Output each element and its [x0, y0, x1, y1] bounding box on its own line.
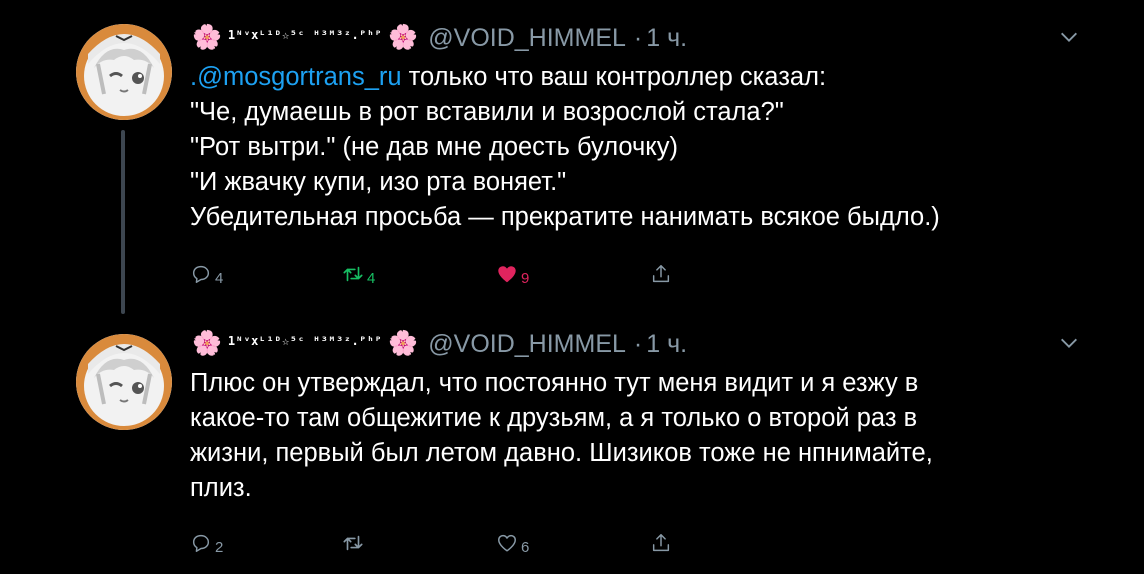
action-bar: 4 4 9 — [190, 261, 710, 287]
avatar-image — [76, 334, 172, 430]
flower-icon: 🌸 — [192, 24, 222, 51]
text-line: какое-то там общежитие к друзьям, а я то… — [190, 404, 918, 432]
display-name[interactable]: 1ᴺᵛxᴸ¹ᴰ☆⁵ᶜ ᴴ³ᴹ³ᶻ.ᴾʰᴾ — [228, 334, 383, 348]
user-handle[interactable]: @VOID_HIMMEL — [428, 24, 626, 53]
avatar[interactable] — [76, 334, 172, 430]
text-line: Убедительная просьба — прекратите нанима… — [190, 203, 940, 231]
reply-icon — [192, 265, 210, 283]
separator-dot: · — [633, 23, 643, 52]
tweet-text: Плюс он утверждал, что постоянно тут мен… — [190, 366, 1050, 506]
timestamp[interactable]: 1 ч. — [646, 24, 687, 53]
thread-line — [121, 130, 125, 314]
timestamp[interactable]: 1 ч. — [646, 330, 687, 359]
reply-count: 4 — [215, 269, 224, 287]
share-button[interactable] — [650, 530, 672, 556]
retweet-icon — [343, 266, 363, 282]
text-line: плиз. — [190, 474, 252, 502]
tweet[interactable]: 🌸 1ᴺᵛxᴸ¹ᴰ☆⁵ᶜ ᴴ³ᴹ³ᶻ.ᴾʰᴾ 🌸 @VOID_HIMMEL · … — [0, 0, 1144, 314]
reply-button[interactable]: 2 — [190, 530, 223, 556]
share-icon — [652, 534, 670, 552]
heart-icon — [498, 534, 516, 552]
like-count: 6 — [521, 538, 530, 556]
tweet-header: 🌸 1ᴺᵛxᴸ¹ᴰ☆⁵ᶜ ᴴ³ᴹ³ᶻ.ᴾʰᴾ 🌸 @VOID_HIMMEL · … — [192, 328, 687, 360]
like-count: 9 — [521, 269, 530, 287]
chevron-down-icon[interactable] — [1058, 26, 1080, 48]
heart-filled-icon — [498, 266, 516, 283]
chevron-down-icon[interactable] — [1058, 332, 1080, 354]
text-line: только что ваш контроллер сказал: — [401, 63, 827, 91]
text-line: "Рот вытри." (не дав мне доесть булочку) — [190, 133, 678, 161]
display-name[interactable]: 1ᴺᵛxᴸ¹ᴰ☆⁵ᶜ ᴴ³ᴹ³ᶻ.ᴾʰᴾ — [228, 28, 383, 42]
flower-icon: 🌸 — [388, 330, 419, 357]
action-bar: 2 6 — [190, 530, 710, 556]
text-line: Плюс он утверждал, что постоянно тут мен… — [190, 369, 919, 397]
retweet-count: 4 — [367, 269, 376, 287]
retweet-button[interactable]: 4 — [342, 261, 375, 287]
retweet-button[interactable] — [342, 530, 367, 556]
tweet[interactable]: 🌸 1ᴺᵛxᴸ¹ᴰ☆⁵ᶜ ᴴ³ᴹ³ᶻ.ᴾʰᴾ 🌸 @VOID_HIMMEL · … — [0, 312, 1144, 574]
tweet-header: 🌸 1ᴺᵛxᴸ¹ᴰ☆⁵ᶜ ᴴ³ᴹ³ᶻ.ᴾʰᴾ 🌸 @VOID_HIMMEL · … — [192, 22, 687, 54]
avatar[interactable] — [76, 24, 172, 120]
avatar-image — [76, 24, 172, 120]
user-handle[interactable]: @VOID_HIMMEL — [428, 330, 626, 359]
text-line: "Че, думаешь в рот вставили и возрослой … — [190, 98, 784, 126]
reply-icon — [192, 534, 210, 552]
text-line: "И жвачку купи, изо рта воняет." — [190, 168, 567, 196]
share-icon — [652, 265, 670, 283]
like-button[interactable]: 9 — [496, 261, 529, 287]
tweet-text: .@mosgortrans_ru только что ваш контролл… — [190, 60, 1050, 235]
retweet-icon — [343, 535, 363, 551]
share-button[interactable] — [650, 261, 672, 287]
separator-dot: · — [633, 329, 643, 358]
reply-count: 2 — [215, 538, 224, 556]
like-button[interactable]: 6 — [496, 530, 529, 556]
reply-button[interactable]: 4 — [190, 261, 223, 287]
flower-icon: 🌸 — [388, 24, 419, 51]
text-line: жизни, первый был летом давно. Шизиков т… — [190, 439, 933, 467]
flower-icon: 🌸 — [192, 330, 222, 357]
mention-link[interactable]: .@mosgortrans_ru — [190, 63, 402, 91]
